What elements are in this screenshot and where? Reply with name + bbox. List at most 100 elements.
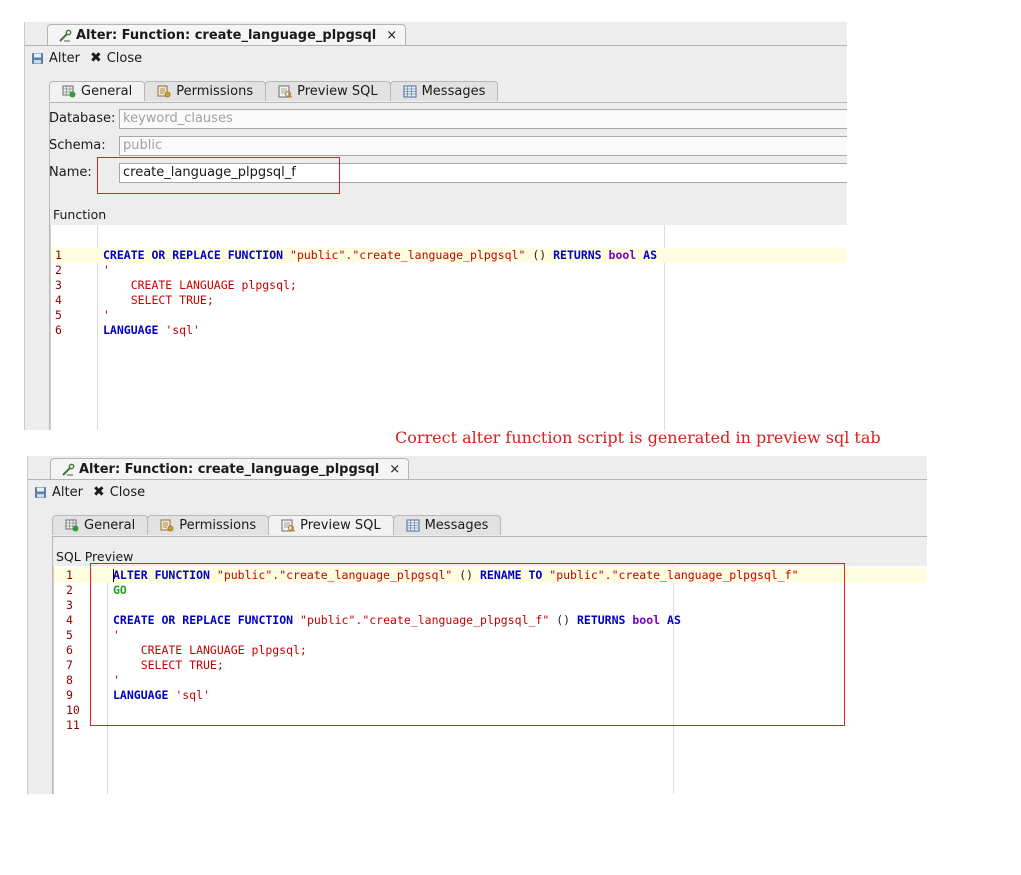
- database-label: Database:: [49, 111, 116, 126]
- line-number: 11: [66, 718, 80, 732]
- tab-label: Messages: [421, 84, 486, 99]
- code-token: 'sql': [165, 323, 200, 337]
- editor-tab[interactable]: Alter: Function: create_language_plpgsql…: [50, 458, 410, 480]
- annotation-caption: Correct alter function script is generat…: [395, 428, 881, 447]
- tab-label: Preview SQL: [300, 518, 381, 533]
- save-icon: [31, 52, 44, 65]
- line-number: 4: [55, 293, 62, 307]
- sql-preview-section-title: SQL Preview: [56, 549, 134, 564]
- messages-icon: [406, 519, 420, 532]
- tab-preview-sql[interactable]: Preview SQL: [268, 515, 394, 535]
- line-number: 6: [66, 643, 73, 657]
- function-code-editor[interactable]: 1 CREATE OR REPLACE FUNCTION "public"."cr…: [50, 225, 847, 430]
- code-token: CREATE LANGUAGE plpgsql;: [103, 278, 297, 292]
- toolbar: Alter ✖ Close: [31, 49, 142, 67]
- tab-label: Permissions: [176, 84, 254, 99]
- close-tab-icon[interactable]: ×: [389, 462, 400, 477]
- tab-general[interactable]: General: [52, 515, 149, 535]
- line-number: 9: [66, 688, 73, 702]
- general-table-icon: [62, 85, 76, 98]
- toolbar: Alter ✖ Close: [34, 483, 145, 501]
- line-number: 3: [55, 278, 62, 292]
- code-token: FUNCTION: [227, 248, 284, 262]
- tab-label: Preview SQL: [297, 84, 378, 99]
- alter-label: Alter: [52, 484, 83, 500]
- code-token: REPLACE: [172, 248, 221, 262]
- line-number: 7: [66, 658, 73, 672]
- editor-tab[interactable]: Alter: Function: create_language_plpgsql…: [47, 24, 407, 46]
- line-number: 1: [55, 248, 62, 262]
- line-number: 4: [66, 613, 73, 627]
- line-number: 10: [66, 703, 80, 717]
- code-line: 1 CREATE OR REPLACE FUNCTION "public"."cr…: [51, 248, 847, 263]
- code-token: SELECT TRUE;: [103, 293, 214, 307]
- permissions-icon: [160, 519, 174, 532]
- messages-icon: [403, 85, 417, 98]
- alter-button[interactable]: Alter: [34, 485, 83, 500]
- code-token: bool: [608, 248, 637, 262]
- preview-sql-icon: [281, 519, 296, 532]
- top-editor-panel: Alter: Function: create_language_plpgsql…: [24, 22, 847, 430]
- name-highlight-box: [97, 157, 340, 194]
- line-number: 2: [66, 583, 73, 597]
- tab-label: Messages: [424, 518, 489, 533]
- tab-permissions[interactable]: Permissions: [147, 515, 270, 535]
- general-table-icon: [65, 519, 79, 532]
- line-number: 2: [55, 263, 62, 277]
- function-edit-icon: [58, 29, 72, 43]
- editor-tab-title: Alter: Function: create_language_plpgsql: [79, 462, 380, 477]
- save-icon: [34, 486, 47, 499]
- preview-sql-icon: [278, 85, 293, 98]
- code-token: CREATE: [103, 248, 145, 262]
- function-section-title: Function: [53, 207, 107, 222]
- code-line: 5 ': [51, 308, 847, 323]
- tab-permissions[interactable]: Permissions: [144, 81, 267, 101]
- tab-label: General: [81, 84, 133, 99]
- tab-label: Permissions: [179, 518, 257, 533]
- code-token: RETURNS: [553, 248, 602, 262]
- code-line: 6 LANGUAGE 'sql': [51, 323, 847, 338]
- code-line: 2 ': [51, 263, 847, 278]
- line-number: 8: [66, 673, 73, 687]
- function-edit-icon: [61, 463, 75, 477]
- tab-general[interactable]: General: [49, 81, 146, 101]
- line-number: 1: [66, 568, 73, 582]
- code-token: ': [103, 263, 110, 277]
- line-number: 5: [55, 308, 62, 322]
- close-tab-icon[interactable]: ×: [386, 28, 397, 43]
- close-button[interactable]: ✖ Close: [90, 50, 142, 66]
- editor-tab-title: Alter: Function: create_language_plpgsql: [76, 28, 377, 43]
- code-line: 3 CREATE LANGUAGE plpgsql;: [51, 278, 847, 293]
- name-label: Name:: [49, 165, 92, 180]
- tab-preview-sql[interactable]: Preview SQL: [265, 81, 391, 101]
- tab-label: General: [84, 518, 136, 533]
- subtab-bar: General Permissions Preview SQL Messages: [49, 80, 499, 102]
- line-number: 6: [55, 323, 62, 337]
- code-token: ': [103, 308, 110, 322]
- schema-label: Schema:: [49, 138, 106, 153]
- code-token: AS: [643, 248, 658, 262]
- alter-button[interactable]: Alter: [31, 51, 80, 66]
- code-token: LANGUAGE: [103, 323, 159, 337]
- close-icon: ✖: [89, 50, 102, 66]
- tab-messages[interactable]: Messages: [389, 81, 499, 101]
- close-icon: ✖: [92, 484, 105, 500]
- close-button[interactable]: ✖ Close: [93, 484, 145, 500]
- code-line: 4 SELECT TRUE;: [51, 293, 847, 308]
- tab-messages[interactable]: Messages: [392, 515, 502, 535]
- alter-label: Alter: [49, 50, 80, 66]
- line-number: 3: [66, 598, 73, 612]
- sql-highlight-box: [90, 563, 845, 726]
- schema-field[interactable]: public: [119, 136, 847, 156]
- code-token: (): [525, 248, 554, 262]
- code-token: "public"."create_language_plpgsql": [290, 248, 526, 262]
- line-number: 5: [66, 628, 73, 642]
- database-field[interactable]: keyword_clauses: [119, 109, 847, 129]
- code-token: OR: [151, 248, 166, 262]
- close-label: Close: [109, 484, 146, 500]
- close-label: Close: [106, 50, 143, 66]
- subtab-bar: General Permissions Preview SQL Messages: [52, 514, 502, 536]
